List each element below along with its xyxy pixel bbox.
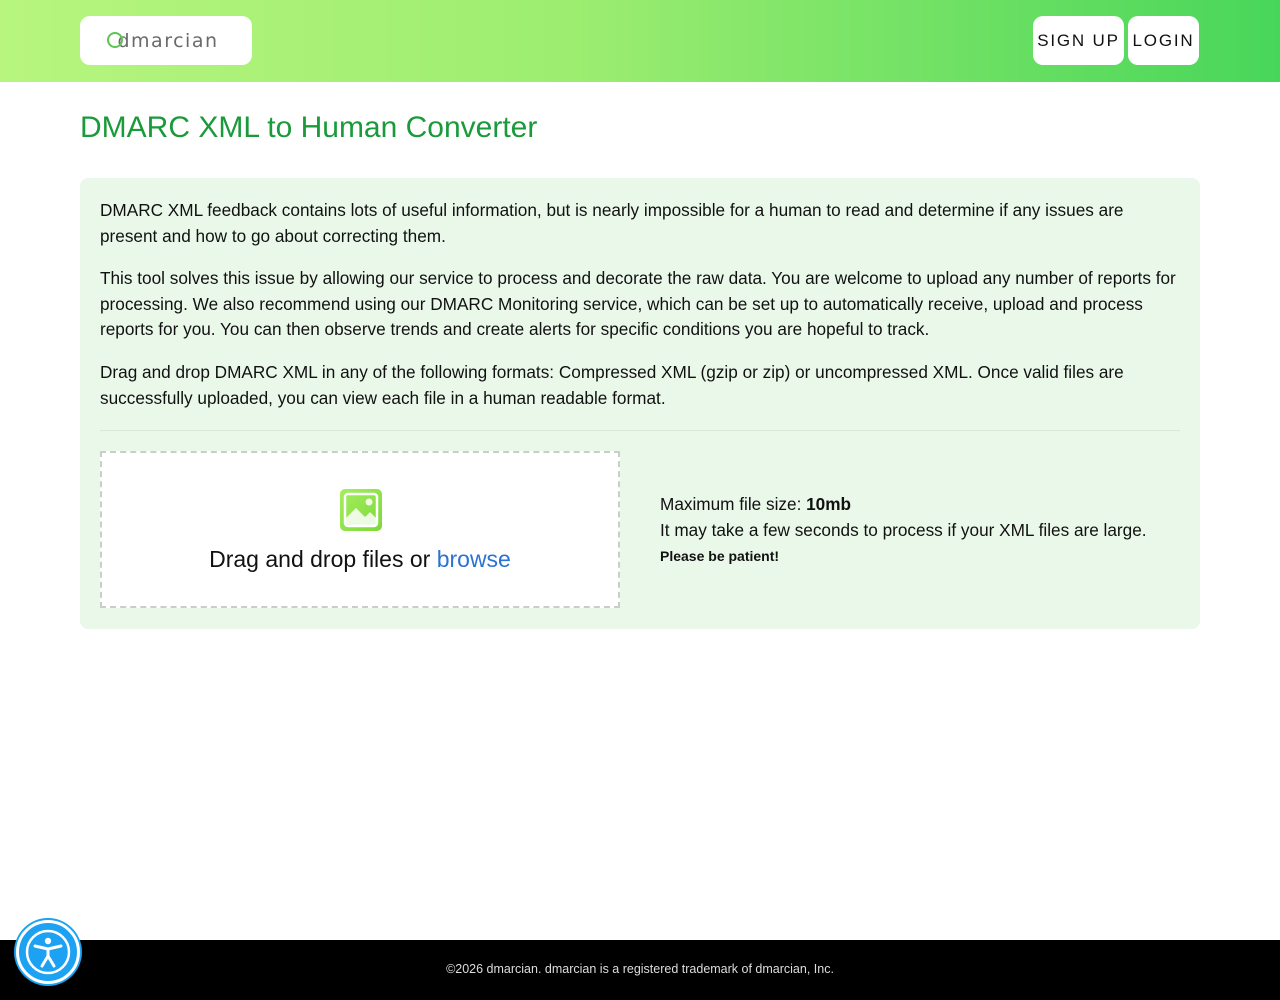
patience-note: Please be patient!: [660, 548, 780, 564]
logo: dmarcian: [107, 29, 219, 52]
browse-link[interactable]: browse: [437, 546, 511, 572]
logo-mark-icon: [107, 31, 124, 48]
site-header: dmarcian SIGN UP LOGIN: [0, 0, 1280, 82]
formats-paragraph: Drag and drop DMARC XML in any of the fo…: [100, 362, 1124, 408]
tool-description-paragraph: This tool solves this issue by allowing …: [100, 268, 1176, 339]
accessibility-icon: [25, 929, 71, 975]
max-size-label: Maximum file size:: [660, 494, 807, 514]
image-icon: [340, 489, 382, 531]
processing-note: It may take a few seconds to process if …: [660, 519, 1147, 540]
max-size-value: 10mb: [806, 494, 852, 514]
page-title: DMARC XML to Human Converter: [80, 111, 538, 144]
login-button[interactable]: LOGIN: [1128, 16, 1199, 65]
divider: [100, 430, 1180, 431]
intro-paragraph: DMARC XML feedback contains lots of usef…: [100, 200, 1124, 246]
dropzone-label: Drag and drop files or: [209, 546, 437, 572]
site-footer: ©2026 dmarcian. dmarcian is a registered…: [0, 940, 1280, 1000]
upload-info: Maximum file size: 10mb It may take a fe…: [660, 492, 1190, 569]
file-dropzone[interactable]: Drag and drop files or browse: [100, 451, 620, 608]
converter-panel: DMARC XML feedback contains lots of usef…: [80, 178, 1200, 629]
logo-link[interactable]: dmarcian: [80, 16, 252, 65]
logo-text: dmarcian: [117, 29, 219, 52]
dropzone-text: Drag and drop files or browse: [102, 546, 618, 573]
max-size-line: Maximum file size: 10mb: [660, 492, 1190, 518]
accessibility-button[interactable]: [16, 920, 80, 984]
copyright-text: ©2026 dmarcian. dmarcian is a registered…: [446, 962, 834, 976]
signup-button[interactable]: SIGN UP: [1033, 16, 1124, 65]
